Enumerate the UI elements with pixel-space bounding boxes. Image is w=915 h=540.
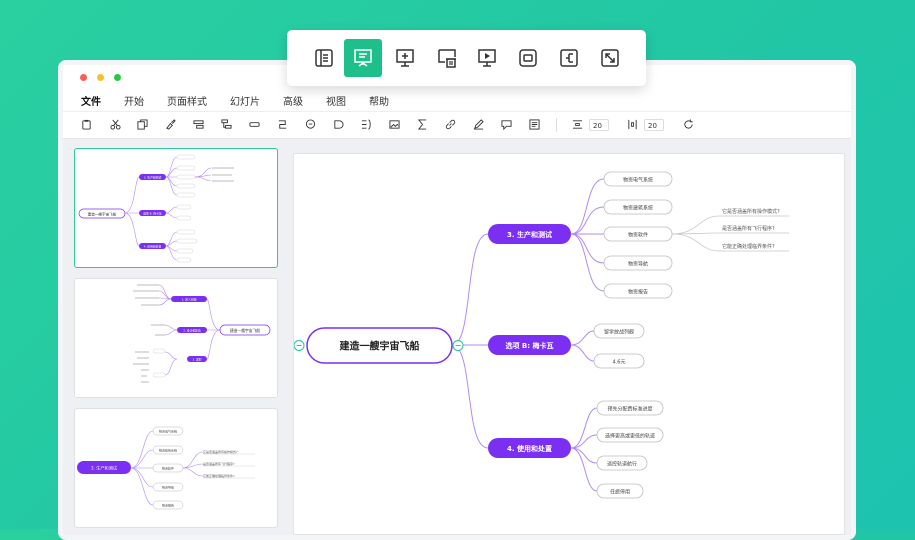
vertical-spacing-icon bbox=[627, 119, 638, 130]
play-icon[interactable] bbox=[468, 39, 506, 77]
collapse-right-button[interactable] bbox=[452, 340, 464, 351]
child-node-label[interactable]: 选择更高或更低的轨迹 bbox=[605, 433, 655, 440]
comment-icon[interactable] bbox=[501, 119, 512, 130]
slide-thumbnail-1[interactable]: 建造一艘宇宙飞船 3. 生产和测试 选项 B: 梅卡瓦 4. 使用和处置 bbox=[74, 148, 278, 268]
relationship-icon[interactable] bbox=[277, 119, 288, 130]
slide-2-mindmap: 建造一艘宇宙飞船 1. 定义问题 2. 设计和建造 3. 发射 bbox=[133, 284, 271, 383]
thumb1-root-label: 建造一艘宇宙飞船 bbox=[88, 212, 117, 217]
thumb3-subchild-label: 是否涵盖所有飞行程序? bbox=[203, 461, 235, 466]
layout-icon[interactable] bbox=[550, 39, 588, 77]
fullscreen-icon[interactable] bbox=[591, 39, 629, 77]
slide-3-mindmap: 3. 生产和测试 物资电气系统 物资建筑系统 物资软件 物资导航 物资报告 它是… bbox=[77, 426, 255, 510]
formula-icon[interactable] bbox=[417, 119, 428, 130]
child-node-label[interactable]: 物资电气系统 bbox=[623, 177, 653, 184]
minimize-window-button[interactable] bbox=[97, 74, 104, 81]
sub-child-label[interactable]: 是否涵盖所有飞行程序? bbox=[722, 225, 775, 232]
root-label: 建造一艘宇宙飞船 bbox=[339, 340, 420, 353]
slide-thumbnail-3[interactable]: 3. 生产和测试 物资电气系统 物资建筑系统 物资软件 物资导航 物资报告 它是… bbox=[74, 408, 278, 528]
thumb2-branch-label: 1. 定义问题 bbox=[182, 297, 197, 301]
thumb3-subchild-label: 它能正确处理临界条件? bbox=[203, 473, 235, 478]
menu-bar: 文件 开始 页面样式 幻灯片 高级 视图 帮助 bbox=[63, 89, 851, 111]
collapse-left-button[interactable] bbox=[293, 340, 305, 351]
add-topic-icon[interactable] bbox=[193, 119, 204, 130]
branch-label: 选项 B: 梅卡瓦 bbox=[505, 341, 553, 350]
thumb3-child-label: 物资报告 bbox=[162, 502, 174, 507]
child-node-label[interactable]: 遥控轨道航行 bbox=[607, 461, 637, 468]
toolbar: 20 20 bbox=[63, 111, 851, 139]
frame-icon[interactable] bbox=[249, 119, 260, 130]
close-window-button[interactable] bbox=[80, 74, 87, 81]
thumb2-branch-label: 3. 发射 bbox=[192, 357, 201, 361]
thumb3-branch-label: 3. 生产和测试 bbox=[91, 465, 118, 472]
thumb1-branch-label: 4. 使用和处置 bbox=[144, 244, 162, 248]
presentation-icon[interactable] bbox=[344, 39, 382, 77]
add-slide-icon[interactable] bbox=[386, 39, 424, 77]
branch-node[interactable]: 3. 生产和测试 bbox=[488, 224, 571, 244]
child-node-label[interactable]: 预先分配费标准进度 bbox=[607, 406, 652, 413]
menu-view[interactable]: 视图 bbox=[326, 93, 346, 108]
branch-label: 3. 生产和测试 bbox=[507, 230, 552, 239]
note-icon[interactable] bbox=[529, 119, 540, 130]
summary-icon[interactable] bbox=[361, 119, 372, 130]
thumb2-root-label: 建造一艘宇宙飞船 bbox=[230, 328, 261, 333]
delete-slide-icon[interactable] bbox=[428, 39, 466, 77]
sub-child-label[interactable]: 它是否涵盖所有操作模式? bbox=[722, 208, 780, 215]
format-brush-icon[interactable] bbox=[165, 119, 176, 130]
slide-thumbnail-2[interactable]: 建造一艘宇宙飞船 1. 定义问题 2. 设计和建造 3. 发射 bbox=[74, 278, 278, 398]
thumb2-branch-label: 2. 设计和建造 bbox=[183, 328, 201, 332]
sub-child-label[interactable]: 它能正确处理临界条件? bbox=[722, 243, 775, 250]
floating-toolbar bbox=[287, 30, 646, 86]
branch-node[interactable]: 选项 B: 梅卡瓦 bbox=[488, 335, 571, 355]
branch-node[interactable]: 4. 使用和处置 bbox=[488, 438, 571, 458]
child-node-label[interactable]: 4.6元 bbox=[613, 360, 626, 366]
app-window: 文件 开始 页面样式 幻灯片 高级 视图 帮助 20 20 建造一艘宇宙飞船 3… bbox=[58, 60, 856, 540]
menu-page-style[interactable]: 页面样式 bbox=[167, 93, 207, 108]
child-node-label[interactable]: 物资建筑系统 bbox=[623, 205, 653, 212]
menu-slides[interactable]: 幻灯片 bbox=[230, 93, 260, 108]
horizontal-spacing-input[interactable]: 20 bbox=[589, 119, 609, 131]
main-mindmap: 建造一艘宇宙飞船 3. 生产和测试 选项 B: 梅卡瓦 4. 使用和处置 物资电… bbox=[293, 171, 789, 499]
maximize-window-button[interactable] bbox=[114, 74, 121, 81]
child-node-label[interactable]: 物资软件 bbox=[628, 232, 648, 239]
menu-help[interactable]: 帮助 bbox=[369, 93, 389, 108]
menu-start[interactable]: 开始 bbox=[124, 93, 144, 108]
menu-advanced[interactable]: 高级 bbox=[283, 93, 303, 108]
scissors-icon[interactable] bbox=[110, 119, 121, 130]
thumb1-branch-label: 选项 B: 梅卡瓦 bbox=[143, 211, 162, 215]
child-node-label[interactable]: 物资导航 bbox=[628, 261, 648, 268]
callout-icon[interactable] bbox=[305, 119, 316, 130]
child-node-label[interactable]: 物资报告 bbox=[628, 289, 648, 296]
image-icon[interactable] bbox=[389, 119, 400, 130]
branch-label: 4. 使用和处置 bbox=[507, 444, 552, 453]
horizontal-spacing-icon bbox=[572, 119, 583, 130]
thumb1-branch-label: 3. 生产和测试 bbox=[144, 175, 162, 179]
thumb3-child-label: 物资建筑系统 bbox=[159, 447, 177, 452]
fit-icon[interactable] bbox=[509, 39, 547, 77]
thumb3-child-label: 物资电气系统 bbox=[159, 428, 177, 433]
add-subtopic-icon[interactable] bbox=[221, 119, 232, 130]
slide-1-mindmap: 建造一艘宇宙飞船 3. 生产和测试 选项 B: 梅卡瓦 4. 使用和处置 bbox=[78, 154, 234, 263]
toolbar-divider bbox=[556, 118, 557, 132]
link-icon[interactable] bbox=[445, 119, 456, 130]
menu-file[interactable]: 文件 bbox=[81, 93, 101, 108]
boundary-icon[interactable] bbox=[333, 119, 344, 130]
refresh-icon[interactable] bbox=[683, 119, 694, 130]
vertical-spacing-input[interactable]: 20 bbox=[644, 119, 664, 131]
outline-icon[interactable] bbox=[305, 39, 343, 77]
thumb3-child-label: 物资软件 bbox=[162, 465, 174, 470]
child-node-label[interactable]: 留学放战列舰 bbox=[604, 329, 634, 336]
clipboard-icon[interactable] bbox=[81, 119, 92, 130]
pen-icon[interactable] bbox=[473, 119, 484, 130]
root-node[interactable]: 建造一艘宇宙飞船 bbox=[306, 327, 453, 364]
copy-icon[interactable] bbox=[137, 119, 148, 130]
child-node-label[interactable]: 任旅停用 bbox=[610, 489, 630, 496]
thumb3-subchild-label: 它是否涵盖所有操作模式? bbox=[203, 449, 238, 454]
thumb3-child-label: 物资导航 bbox=[162, 484, 174, 489]
mindmap-canvas[interactable]: 建造一艘宇宙飞船 3. 生产和测试 选项 B: 梅卡瓦 4. 使用和处置 物资电… bbox=[293, 153, 845, 535]
